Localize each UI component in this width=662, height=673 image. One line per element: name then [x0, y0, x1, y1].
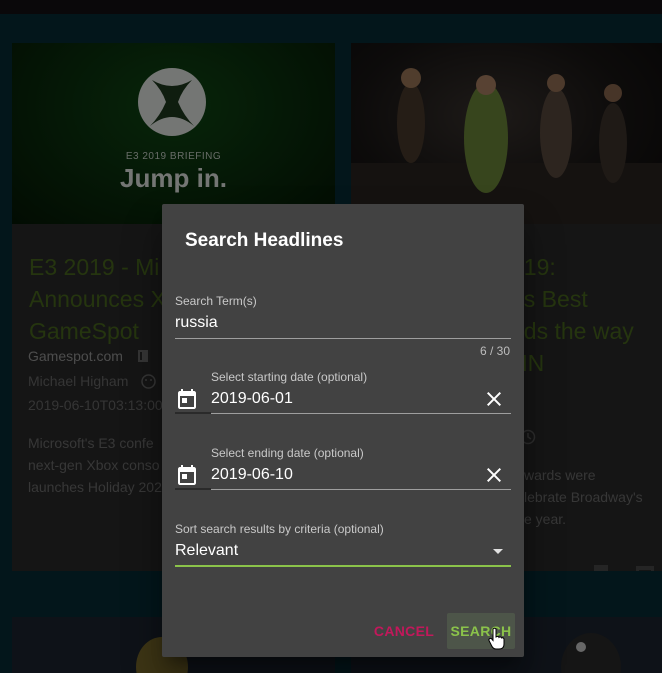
end-date-input[interactable]: 2019-06-10 — [211, 466, 293, 484]
search-headlines-dialog: Search Headlines Search Term(s) russia 6… — [162, 204, 524, 657]
search-term-label: Search Term(s) — [175, 294, 257, 308]
hand-cursor-icon — [488, 627, 505, 650]
dialog-title: Search Headlines — [185, 230, 344, 251]
chevron-down-icon[interactable] — [493, 549, 503, 554]
icon-underline — [175, 412, 211, 414]
close-icon[interactable] — [482, 463, 506, 487]
character-counter: 6 / 30 — [479, 344, 510, 358]
sort-label: Sort search results by criteria (optiona… — [175, 522, 384, 536]
start-date-underline — [211, 413, 511, 414]
sort-underline — [175, 565, 511, 567]
start-date-input[interactable]: 2019-06-01 — [211, 390, 293, 408]
end-date-label: Select ending date (optional) — [211, 446, 364, 460]
cancel-button[interactable]: CANCEL — [368, 613, 440, 649]
icon-underline — [175, 488, 211, 490]
search-term-input[interactable]: russia — [175, 314, 218, 332]
sort-select[interactable]: Relevant — [175, 542, 238, 560]
search-term-underline — [175, 338, 511, 339]
calendar-icon[interactable] — [175, 463, 199, 487]
calendar-icon[interactable] — [175, 387, 199, 411]
start-date-label: Select starting date (optional) — [211, 370, 368, 384]
end-date-underline — [211, 489, 511, 490]
close-icon[interactable] — [482, 387, 506, 411]
